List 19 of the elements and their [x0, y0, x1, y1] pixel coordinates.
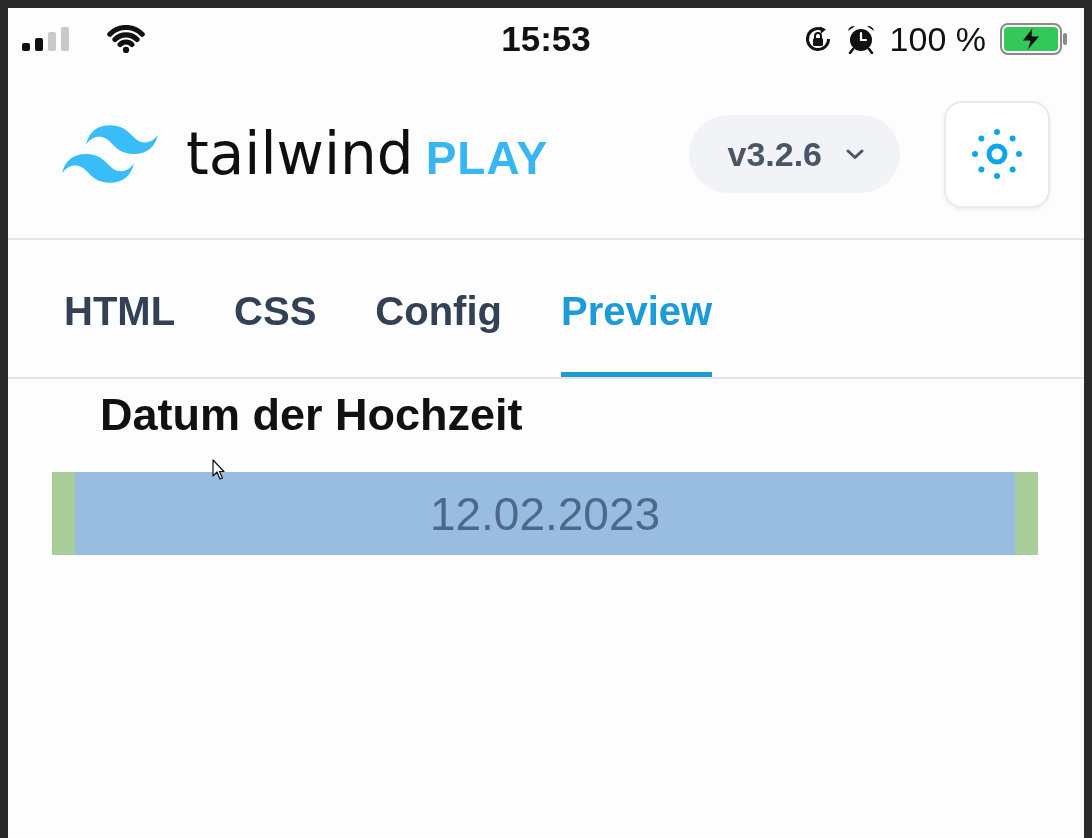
battery-percentage: 100 %	[889, 19, 986, 59]
logo-wordmark: tailwind	[186, 121, 414, 187]
signal-icon	[22, 27, 70, 51]
mouse-pointer-icon	[212, 459, 225, 480]
tab[interactable]: HTML	[64, 240, 176, 377]
tab[interactable]: Config	[375, 240, 502, 377]
field-label: Datum der Hochzeit	[100, 389, 523, 441]
theme-toggle-button[interactable]	[944, 100, 1050, 208]
logo-product-name: PLAY	[425, 132, 549, 184]
wifi-icon	[106, 25, 146, 53]
battery-charging-icon	[1000, 23, 1068, 55]
sun-icon	[971, 128, 1023, 180]
waves-logo-icon	[62, 125, 158, 183]
alarm-clock-icon	[845, 24, 876, 54]
status-time: 15:53	[501, 19, 591, 59]
tab[interactable]: CSS	[234, 240, 317, 377]
chevron-down-icon	[846, 148, 864, 160]
rotation-lock-icon	[803, 25, 832, 53]
version-dropdown[interactable]: v3.2.6	[689, 115, 900, 193]
